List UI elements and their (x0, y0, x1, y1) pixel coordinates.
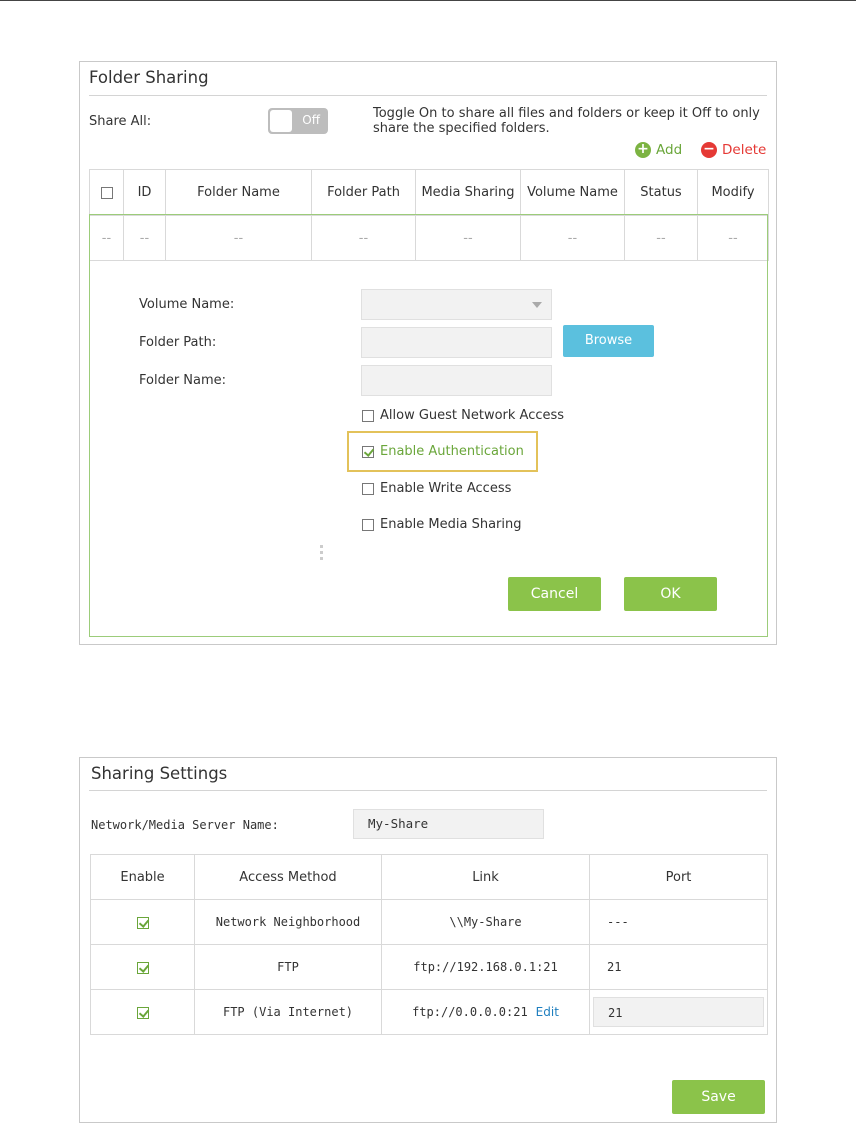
column-header: Volume Name (520, 169, 625, 216)
edit-link[interactable]: Edit (536, 1005, 559, 1019)
save-button[interactable]: Save (672, 1080, 765, 1114)
folder-sharing-panel: Folder Sharing Share All: Off Toggle On … (79, 61, 777, 645)
media-sharing-option[interactable]: Enable Media Sharing (362, 517, 522, 532)
toggle-state: Off (302, 113, 320, 127)
access-method-table: Enable Access Method Link Port Network N… (90, 854, 768, 1035)
guest-access-checkbox[interactable] (362, 409, 374, 422)
column-header: Port (589, 854, 768, 900)
port-input[interactable]: 21 (593, 997, 764, 1027)
delete-label: Delete (722, 142, 767, 158)
share-all-toggle[interactable]: Off (268, 108, 328, 134)
method-cell: FTP (Via Internet) (194, 989, 382, 1035)
server-name-label: Network/Media Server Name: (91, 818, 279, 832)
browse-button[interactable]: Browse (563, 325, 654, 357)
authentication-checkbox[interactable] (362, 445, 374, 458)
volume-name-select[interactable] (361, 289, 552, 320)
select-all-checkbox[interactable] (100, 186, 113, 199)
table-row: FTP ftp://192.168.0.1:21 21 (90, 944, 768, 990)
column-header: Link (381, 854, 590, 900)
folder-name-input[interactable] (361, 365, 552, 396)
link-cell: \\My-Share (381, 899, 590, 945)
write-access-option[interactable]: Enable Write Access (362, 481, 511, 496)
option-label: Enable Authentication (380, 444, 524, 459)
guest-access-option[interactable]: Allow Guest Network Access (362, 408, 564, 423)
minus-circle-icon: − (701, 142, 717, 158)
edit-folder-form: Volume Name: Folder Path: Browse Folder … (89, 214, 768, 637)
table-header-row: Enable Access Method Link Port (90, 854, 768, 900)
enable-cell[interactable] (90, 899, 195, 945)
table-header-row: ID Folder Name Folder Path Media Sharing… (89, 169, 769, 216)
folder-path-label: Folder Path: (139, 335, 217, 350)
media-sharing-checkbox[interactable] (362, 518, 374, 531)
link-cell: ftp://0.0.0.0:21 Edit (381, 989, 590, 1035)
add-label: Add (656, 142, 683, 158)
add-button[interactable]: + Add (635, 142, 682, 158)
link-text: ftp://0.0.0.0:21 (412, 1005, 528, 1019)
ok-button[interactable]: OK (624, 577, 717, 611)
enable-checkbox[interactable] (136, 1006, 149, 1019)
folder-path-input[interactable] (361, 327, 552, 358)
column-header: Status (624, 169, 698, 216)
toggle-knob (270, 110, 292, 132)
method-cell: FTP (194, 944, 382, 990)
delete-button[interactable]: − Delete (701, 142, 766, 158)
enable-checkbox[interactable] (136, 916, 149, 929)
column-header: Access Method (194, 854, 382, 900)
port-cell: 21 (589, 944, 768, 990)
volume-name-label: Volume Name: (139, 297, 235, 312)
chevron-down-icon (532, 302, 542, 308)
option-label: Enable Write Access (380, 481, 512, 496)
column-header: Enable (90, 854, 195, 900)
column-header: ID (123, 169, 166, 216)
cancel-button[interactable]: Cancel (508, 577, 601, 611)
method-cell: Network Neighborhood (194, 899, 382, 945)
drag-handle-icon (320, 545, 323, 563)
port-cell: --- (589, 899, 768, 945)
write-access-checkbox[interactable] (362, 482, 374, 495)
divider (89, 95, 767, 96)
column-header: Folder Name (165, 169, 312, 216)
enable-cell[interactable] (90, 944, 195, 990)
server-name-input[interactable]: My-Share (353, 809, 544, 839)
option-label: Enable Media Sharing (380, 517, 522, 532)
top-rule (0, 0, 856, 1)
panel-title: Folder Sharing (89, 68, 209, 87)
plus-circle-icon: + (635, 142, 651, 158)
share-all-hint: Toggle On to share all files and folders… (373, 106, 760, 136)
column-header: Media Sharing (415, 169, 521, 216)
column-header: Folder Path (311, 169, 416, 216)
authentication-option[interactable]: Enable Authentication (362, 444, 524, 459)
column-header: Modify (697, 169, 769, 216)
divider (89, 790, 767, 791)
table-row: Network Neighborhood \\My-Share --- (90, 899, 768, 945)
folder-name-label: Folder Name: (139, 373, 227, 388)
share-all-label: Share All: (89, 114, 152, 129)
port-cell: 21 (589, 989, 768, 1035)
sharing-settings-panel: Sharing Settings Network/Media Server Na… (79, 757, 777, 1123)
table-row: FTP (Via Internet) ftp://0.0.0.0:21 Edit … (90, 989, 768, 1035)
enable-cell[interactable] (90, 989, 195, 1035)
enable-checkbox[interactable] (136, 961, 149, 974)
option-label: Allow Guest Network Access (380, 408, 565, 423)
link-cell: ftp://192.168.0.1:21 (381, 944, 590, 990)
select-all-cell[interactable] (89, 169, 124, 216)
panel-title: Sharing Settings (91, 764, 228, 783)
